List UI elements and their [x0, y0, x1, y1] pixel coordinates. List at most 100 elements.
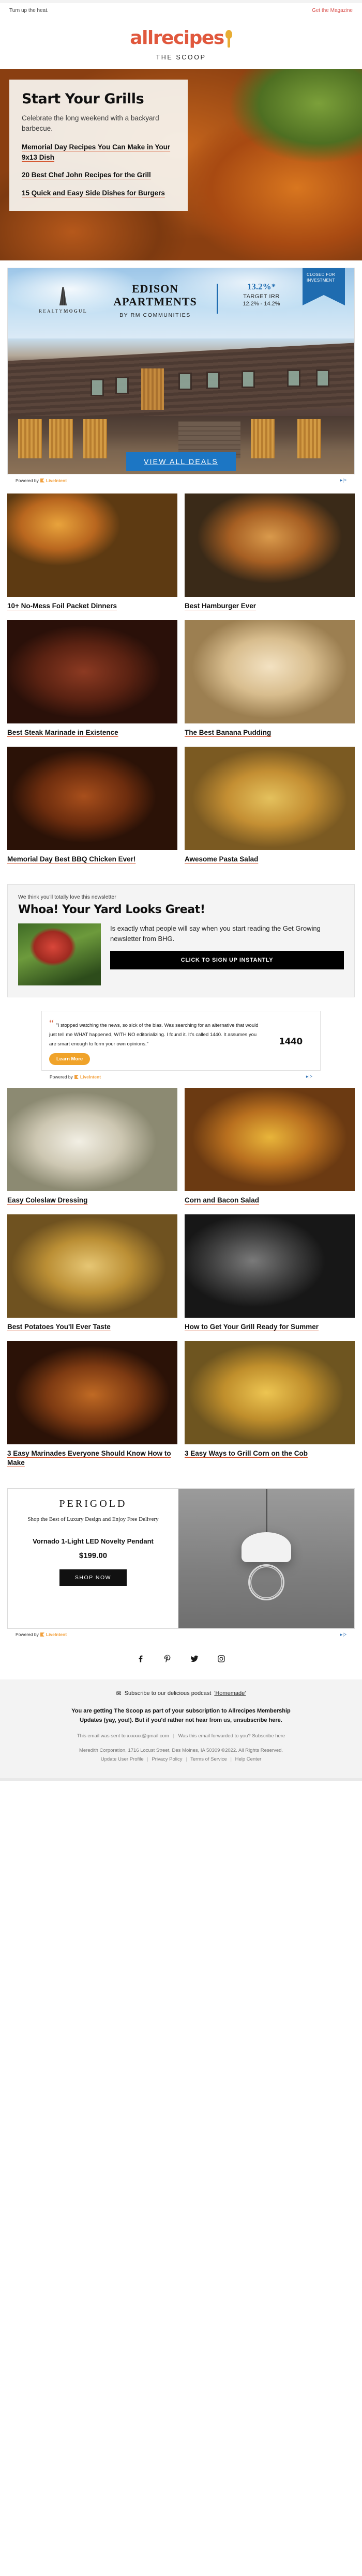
promo-signup-button[interactable]: CLICK TO SIGN UP INSTANTLY	[110, 951, 344, 970]
powered-by-liveintent[interactable]: Powered by LiveIntent	[16, 478, 67, 483]
ad-building-photo	[8, 338, 354, 416]
newsletter-tagline: THE SCOOP	[156, 54, 206, 61]
recipe-title-link[interactable]: Best Steak Marinade in Existence	[7, 728, 177, 737]
logo-lockup[interactable]: allrecipes	[130, 29, 232, 48]
adchoices-icon[interactable]: ▸|>	[340, 1632, 346, 1638]
recipe-title-link[interactable]: Awesome Pasta Salad	[185, 855, 355, 864]
perigold-ad-frame[interactable]: PERIGOLD Shop the Best of Luxury Design …	[7, 1488, 355, 1629]
recipe-card[interactable]: Easy Coleslaw Dressing	[7, 1088, 177, 1205]
brand-header: allrecipes	[0, 18, 362, 51]
recipe-title-link[interactable]: Easy Coleslaw Dressing	[7, 1196, 177, 1205]
ribbon-line1: CLOSED FOR	[307, 272, 336, 277]
recipe-thumbnail[interactable]	[185, 620, 355, 723]
powered-by-liveintent[interactable]: Powered by LiveIntent	[16, 1632, 67, 1637]
advertisement-edison[interactable]: REALTYMOGUL EDISON APARTMENTS BY RM COMM…	[0, 260, 362, 486]
promo-headline: Whoa! Your Yard Looks Great!	[18, 903, 205, 917]
recipe-card[interactable]: 3 Easy Marinades Everyone Should Know Ho…	[7, 1341, 177, 1468]
hero-card: Start Your Grills Celebrate the long wee…	[9, 80, 188, 211]
recipe-grid-top: 10+ No-Mess Foil Packet Dinners Best Ham…	[0, 486, 362, 863]
recipe-card[interactable]: Best Hamburger Ever	[185, 493, 355, 611]
recipe-thumbnail[interactable]	[185, 1341, 355, 1445]
recipe-card[interactable]: Awesome Pasta Salad	[185, 746, 355, 864]
advertisement-perigold[interactable]: PERIGOLD Shop the Best of Luxury Design …	[0, 1477, 362, 1639]
sent-to-line: This email was sent to xxxxxx@gmail.com …	[21, 1733, 341, 1739]
get-the-magazine-link[interactable]: Get the Magazine	[312, 8, 353, 13]
recipe-title-link[interactable]: Memorial Day Best BBQ Chicken Ever!	[7, 855, 177, 864]
adchoices-icon[interactable]: ▸|>	[340, 477, 346, 483]
recipe-thumbnail[interactable]	[185, 1088, 355, 1192]
recipe-thumbnail[interactable]	[7, 1341, 177, 1445]
forwarded-subscribe-link[interactable]: Was this email forwarded to you? Subscri…	[178, 1733, 285, 1739]
pinterest-icon[interactable]	[163, 1654, 172, 1666]
quote-ad-frame[interactable]: “ "I stopped watching the news, so sick …	[41, 1011, 321, 1071]
powered-by-label: Powered by	[16, 477, 39, 483]
newsletter-promo-card: We think you'll totally love this newsle…	[7, 884, 355, 998]
perigold-product-photo[interactable]	[178, 1488, 354, 1628]
subscription-note-line1: You are getting The Scoop as part of you…	[71, 1707, 291, 1714]
target-irr-label: TARGET IRR	[243, 294, 280, 300]
divider-pipe: |	[186, 1756, 187, 1763]
recipe-thumbnail[interactable]	[7, 620, 177, 723]
liveintent-icon	[40, 478, 44, 483]
closed-for-investment-ribbon: CLOSED FOR INVESTMENT	[303, 268, 345, 305]
recipe-card[interactable]: How to Get Your Grill Ready for Summer	[185, 1214, 355, 1332]
hero-link-1[interactable]: Memorial Day Recipes You Can Make in You…	[22, 142, 175, 163]
hero-link-3[interactable]: 15 Quick and Easy Side Dishes for Burger…	[22, 188, 175, 198]
recipe-title-link[interactable]: 3 Easy Marinades Everyone Should Know Ho…	[7, 1449, 177, 1468]
learn-more-button[interactable]: Learn More	[49, 1053, 90, 1066]
view-all-deals-button[interactable]: VIEW ALL DEALS	[126, 452, 236, 471]
divider-pipe: |	[173, 1733, 174, 1739]
help-center-link[interactable]: Help Center	[235, 1756, 262, 1762]
powered-by-liveintent[interactable]: Powered by LiveIntent	[50, 1074, 101, 1079]
hero-link-2[interactable]: 20 Best Chef John Recipes for the Grill	[22, 170, 175, 180]
email-body: Turn up the heat. Get the Magazine allre…	[0, 0, 362, 1782]
instagram-icon[interactable]	[217, 1654, 226, 1666]
allrecipes-wordmark: allrecipes	[130, 27, 224, 49]
newsletter-promo-section: We think you'll totally love this newsle…	[0, 873, 362, 998]
podcast-link[interactable]: 'Homemade'	[214, 1690, 246, 1696]
recipe-card[interactable]: The Best Banana Pudding	[185, 620, 355, 737]
recipe-card[interactable]: Best Steak Marinade in Existence	[7, 620, 177, 737]
recipe-card[interactable]: 10+ No-Mess Foil Packet Dinners	[7, 493, 177, 611]
recipe-title-link[interactable]: Corn and Bacon Salad	[185, 1196, 355, 1205]
facebook-icon[interactable]	[136, 1654, 145, 1666]
recipe-thumbnail[interactable]	[7, 1214, 177, 1318]
preheader-bar: Turn up the heat. Get the Magazine	[0, 0, 362, 18]
recipe-card[interactable]: 3 Easy Ways to Grill Corn on the Cob	[185, 1341, 355, 1468]
privacy-policy-link[interactable]: Privacy Policy	[152, 1756, 182, 1762]
twitter-icon[interactable]	[190, 1654, 199, 1666]
adchoices-icon[interactable]: ▸|>	[306, 1074, 312, 1079]
recipe-thumbnail[interactable]	[185, 746, 355, 850]
advertisement-1440[interactable]: “ "I stopped watching the news, so sick …	[0, 997, 362, 1081]
ad-title-line2: APARTMENTS	[113, 295, 197, 308]
recipe-thumbnail[interactable]	[7, 746, 177, 850]
terms-of-service-link[interactable]: Terms of Service	[190, 1756, 227, 1762]
promo-description: Is exactly what people will say when you…	[110, 924, 321, 943]
ad-frame[interactable]: REALTYMOGUL EDISON APARTMENTS BY RM COMM…	[7, 268, 355, 474]
recipe-card[interactable]: Memorial Day Best BBQ Chicken Ever!	[7, 746, 177, 864]
recipe-thumbnail[interactable]	[7, 1088, 177, 1192]
podcast-subscribe-text: Subscribe to our delicious podcast	[124, 1690, 212, 1696]
powered-by-bar: Powered by LiveIntent ▸|>	[7, 1629, 355, 1639]
recipe-row: Best Potatoes You'll Ever Taste How to G…	[7, 1214, 355, 1332]
update-user-profile-link[interactable]: Update User Profile	[101, 1756, 144, 1762]
recipe-title-link[interactable]: 10+ No-Mess Foil Packet Dinners	[7, 601, 177, 611]
recipe-title-link[interactable]: The Best Banana Pudding	[185, 728, 355, 737]
social-links	[0, 1638, 362, 1679]
recipe-thumbnail[interactable]	[7, 493, 177, 597]
recipe-card[interactable]: Corn and Bacon Salad	[185, 1088, 355, 1205]
recipe-title-link[interactable]: 3 Easy Ways to Grill Corn on the Cob	[185, 1449, 355, 1458]
recipe-grid-bottom: Easy Coleslaw Dressing Corn and Bacon Sa…	[0, 1081, 362, 1467]
sent-to-label: This email was sent to	[77, 1733, 126, 1739]
subscription-note: You are getting The Scoop as part of you…	[21, 1706, 341, 1725]
recipe-title-link[interactable]: Best Potatoes You'll Ever Taste	[7, 1322, 177, 1332]
recipe-thumbnail[interactable]	[185, 493, 355, 597]
recipe-title-link[interactable]: Best Hamburger Ever	[185, 601, 355, 611]
shop-now-button[interactable]: SHOP NOW	[59, 1569, 127, 1586]
recipe-thumbnail[interactable]	[185, 1214, 355, 1318]
ad-divider	[217, 284, 218, 314]
subscription-note-line2[interactable]: Updates (yay, you!). But if you'd rather…	[21, 1716, 341, 1725]
hero-title: Start Your Grills	[22, 91, 144, 107]
recipe-title-link[interactable]: How to Get Your Grill Ready for Summer	[185, 1322, 355, 1332]
recipe-card[interactable]: Best Potatoes You'll Ever Taste	[7, 1214, 177, 1332]
